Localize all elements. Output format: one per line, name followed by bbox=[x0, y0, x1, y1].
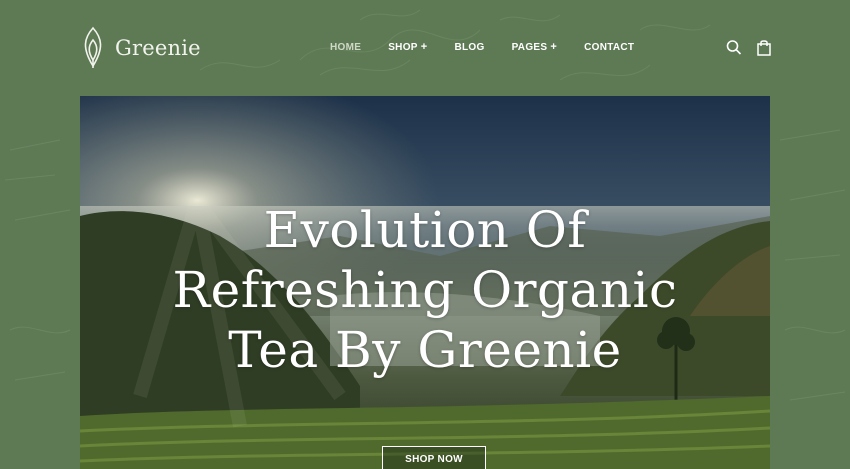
main-nav: HOME SHOP + BLOG PAGES + CONTACT bbox=[330, 41, 661, 53]
nav-contact[interactable]: CONTACT bbox=[584, 41, 634, 53]
hero-title-line: Refreshing Organic bbox=[172, 261, 678, 319]
hero-banner: Evolution Of Refreshing Organic Tea By G… bbox=[80, 96, 770, 469]
plus-icon: + bbox=[550, 41, 558, 53]
nav-blog[interactable]: BLOG bbox=[454, 41, 484, 53]
nav-pages-label: PAGES bbox=[511, 41, 548, 53]
plus-icon: + bbox=[420, 41, 428, 53]
nav-pages[interactable]: PAGES + bbox=[512, 41, 558, 53]
nav-shop[interactable]: SHOP + bbox=[388, 41, 427, 53]
search-icon[interactable] bbox=[726, 39, 742, 56]
shop-now-button[interactable]: SHOP NOW bbox=[382, 446, 486, 469]
leaf-logo-icon bbox=[84, 26, 102, 68]
nav-home-label: HOME bbox=[330, 41, 362, 53]
hero-title: Evolution Of Refreshing Organic Tea By G… bbox=[80, 200, 770, 380]
hero-title-line: Tea By Greenie bbox=[228, 321, 622, 379]
site-header: Greenie HOME SHOP + BLOG PAGES + CONTACT bbox=[0, 0, 850, 95]
nav-shop-label: SHOP bbox=[388, 41, 418, 53]
hero-title-line: Evolution Of bbox=[263, 201, 587, 259]
brand-name: Greenie bbox=[115, 36, 201, 60]
nav-contact-label: CONTACT bbox=[584, 41, 635, 53]
nav-home[interactable]: HOME bbox=[330, 41, 361, 53]
header-icons bbox=[726, 39, 786, 56]
nav-blog-label: BLOG bbox=[454, 41, 485, 53]
shopping-bag-icon[interactable] bbox=[756, 39, 772, 56]
brand-logo[interactable]: Greenie bbox=[80, 26, 201, 70]
